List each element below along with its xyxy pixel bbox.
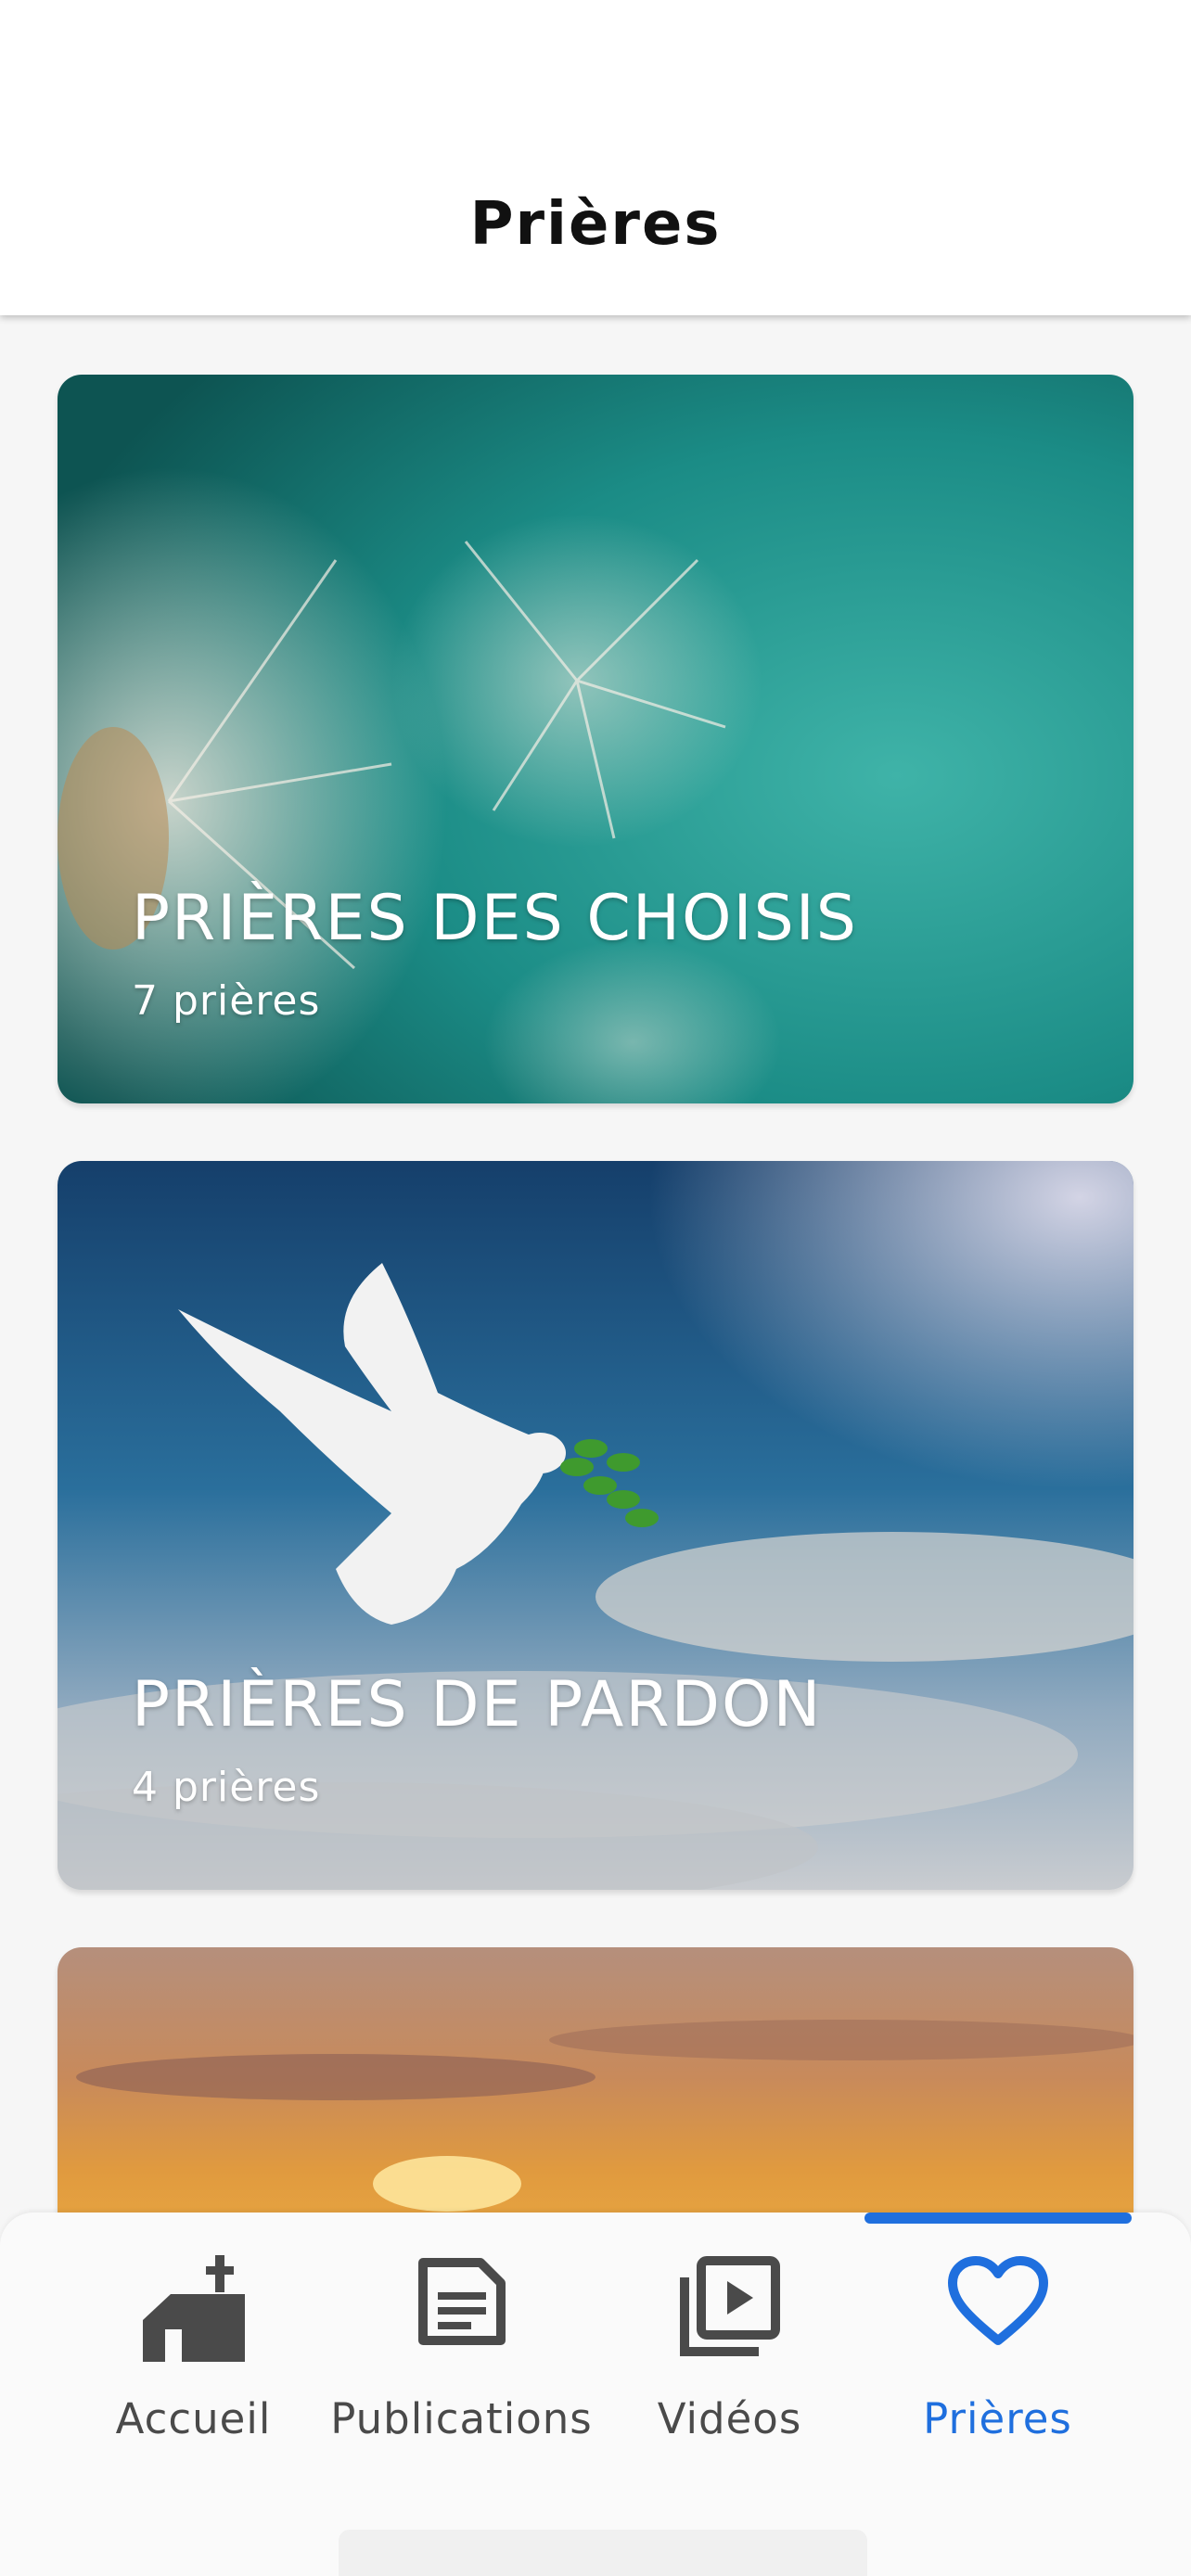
- prayer-category-card[interactable]: PRIÈRES DE PARDON 4 prières: [58, 1161, 1133, 1890]
- card-count: 4 prières: [132, 1764, 321, 1811]
- tab-videos[interactable]: Vidéos: [581, 2213, 878, 2472]
- heart-icon: [849, 2255, 1146, 2366]
- card-title: PRIÈRES DE PARDON: [132, 1668, 823, 1741]
- tab-accueil[interactable]: Accueil: [45, 2213, 342, 2472]
- card-count: 7 prières: [132, 977, 321, 1025]
- home-indicator: [339, 2530, 867, 2576]
- church-icon: [45, 2255, 342, 2366]
- page-title: Prières: [469, 190, 722, 259]
- tab-label: Publications: [330, 2394, 593, 2443]
- tab-label: Prières: [923, 2394, 1072, 2443]
- video-library-icon: [581, 2255, 878, 2366]
- tab-label: Accueil: [115, 2394, 272, 2443]
- card-title: PRIÈRES DES CHOISIS: [132, 882, 858, 955]
- tab-label: Vidéos: [657, 2394, 802, 2443]
- tab-publications[interactable]: Publications: [313, 2213, 610, 2472]
- article-icon: [313, 2255, 610, 2366]
- bottom-tab-bar: Accueil Publications Vidéos Prières: [0, 2213, 1191, 2576]
- app-header: Prières: [0, 0, 1191, 315]
- prayer-category-card[interactable]: PRIÈRES DES CHOISIS 7 prières: [58, 375, 1133, 1103]
- tab-prieres[interactable]: Prières: [849, 2213, 1146, 2472]
